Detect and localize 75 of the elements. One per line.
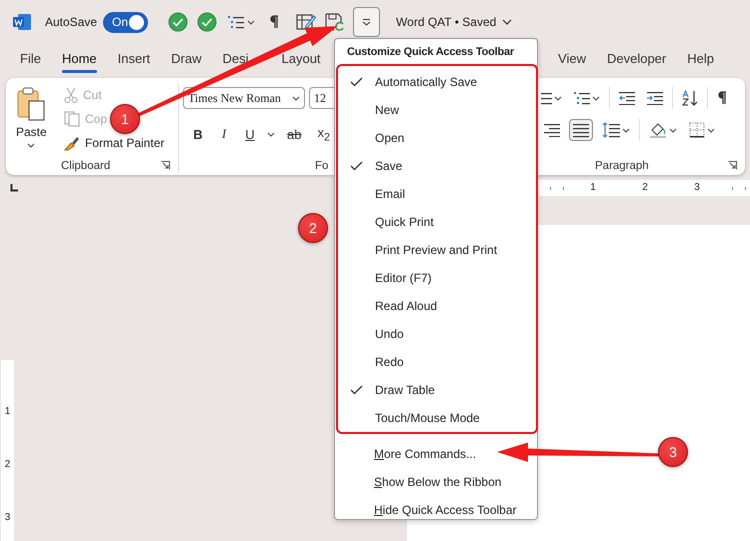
menu-item[interactable]: Save xyxy=(338,152,536,180)
caret-icon[interactable] xyxy=(27,143,36,148)
menu-title: Customize Quick Access Toolbar xyxy=(346,44,515,60)
ribbon-tab[interactable]: Insert xyxy=(116,47,152,70)
format-painter-button[interactable]: Format Painter xyxy=(62,132,166,153)
checkmark-icon xyxy=(350,385,363,395)
draw-table-icon[interactable] xyxy=(296,13,316,31)
caret-icon[interactable] xyxy=(707,128,715,132)
checkmark-circle-icon[interactable] xyxy=(168,12,188,32)
menu-item[interactable]: Editor (F7) xyxy=(338,264,536,292)
ribbon-tab[interactable]: Home xyxy=(60,47,99,70)
caret-icon[interactable] xyxy=(267,132,275,137)
borders-icon[interactable] xyxy=(689,122,705,138)
ruler-number: 3 xyxy=(4,512,10,523)
ruler-number: 2 xyxy=(640,182,650,193)
ribbon-tab[interactable]: File xyxy=(18,47,43,70)
menu-item[interactable]: Show Below the Ribbon xyxy=(335,468,537,496)
format-button[interactable]: U xyxy=(241,126,259,142)
menu-item[interactable]: Draw Table xyxy=(338,376,536,404)
ribbon-tab[interactable]: Help xyxy=(685,47,716,70)
ruler-number: 2 xyxy=(4,459,10,470)
pilcrow-icon[interactable] xyxy=(717,91,727,105)
ruler-number: 3 xyxy=(692,182,702,193)
checkmark-icon xyxy=(350,77,363,87)
group-label: Clipboard xyxy=(61,159,110,173)
ruler-number: 1 xyxy=(4,406,10,417)
menu-item[interactable]: Redo xyxy=(338,348,536,376)
checkmark-circle-icon[interactable] xyxy=(197,12,218,32)
menu-item[interactable]: Read Aloud xyxy=(338,292,536,320)
checkmark-icon xyxy=(350,161,363,171)
autosave-label: AutoSave xyxy=(45,15,98,29)
caret-icon[interactable] xyxy=(247,20,256,24)
paste-button[interactable]: Paste xyxy=(16,87,47,148)
callout-badge: 2 xyxy=(298,213,328,243)
ribbon-tab[interactable]: Developer xyxy=(604,47,668,70)
menu-item[interactable]: More Commands... xyxy=(335,440,537,468)
dropdown-icon[interactable] xyxy=(362,18,372,26)
format-button[interactable]: B xyxy=(189,126,207,142)
save-refresh-icon[interactable] xyxy=(325,13,346,31)
paint-bucket-icon[interactable] xyxy=(649,122,667,138)
caret-icon[interactable] xyxy=(292,96,300,100)
tab-stop-icon[interactable] xyxy=(10,184,18,192)
autosave-toggle[interactable]: On xyxy=(103,12,148,32)
menu-item[interactable]: Hide Quick Access Toolbar xyxy=(335,496,537,524)
menu-item[interactable]: Print Preview and Print xyxy=(338,236,536,264)
ribbon-tab[interactable]: Draw xyxy=(169,47,204,70)
ribbon-tab[interactable]: Desi xyxy=(220,47,251,70)
format-button[interactable]: I xyxy=(215,126,233,142)
multilevel-list-icon[interactable] xyxy=(574,91,590,105)
caret-icon[interactable] xyxy=(669,128,677,132)
paintbrush-icon[interactable] xyxy=(64,134,80,150)
caret-icon[interactable] xyxy=(592,96,600,100)
font-name-field[interactable]: Times New Roman xyxy=(183,87,305,109)
caret-icon[interactable] xyxy=(622,128,630,132)
menu-item[interactable]: Undo xyxy=(338,320,536,348)
pilcrow-icon[interactable] xyxy=(269,15,280,29)
clipboard-icon[interactable] xyxy=(16,87,46,121)
dialog-launcher-icon[interactable] xyxy=(161,161,170,170)
line-spacing-icon[interactable] xyxy=(602,122,620,138)
ruler-number: 1 xyxy=(588,182,598,193)
group-label: Paragraph xyxy=(595,159,649,173)
menu-item[interactable]: Touch/Mouse Mode xyxy=(338,404,536,432)
format-button[interactable]: ab xyxy=(283,126,306,142)
menu-item[interactable]: Open xyxy=(338,124,536,152)
caret-icon[interactable] xyxy=(554,96,562,100)
document-title[interactable]: Word QAT • Saved xyxy=(396,15,496,29)
word-logo-icon[interactable] xyxy=(13,14,31,30)
ribbon-tab[interactable]: Layout xyxy=(280,47,323,70)
menu-item[interactable]: Quick Print xyxy=(338,208,536,236)
chevron-down-icon[interactable] xyxy=(502,19,512,25)
multilevel-list-icon[interactable] xyxy=(228,15,244,29)
format-button[interactable]: x$_{2}$ xyxy=(313,125,334,144)
dialog-launcher-icon[interactable] xyxy=(728,161,737,170)
ribbon-tab[interactable]: View xyxy=(556,47,588,70)
group-label: Fo xyxy=(315,159,328,173)
